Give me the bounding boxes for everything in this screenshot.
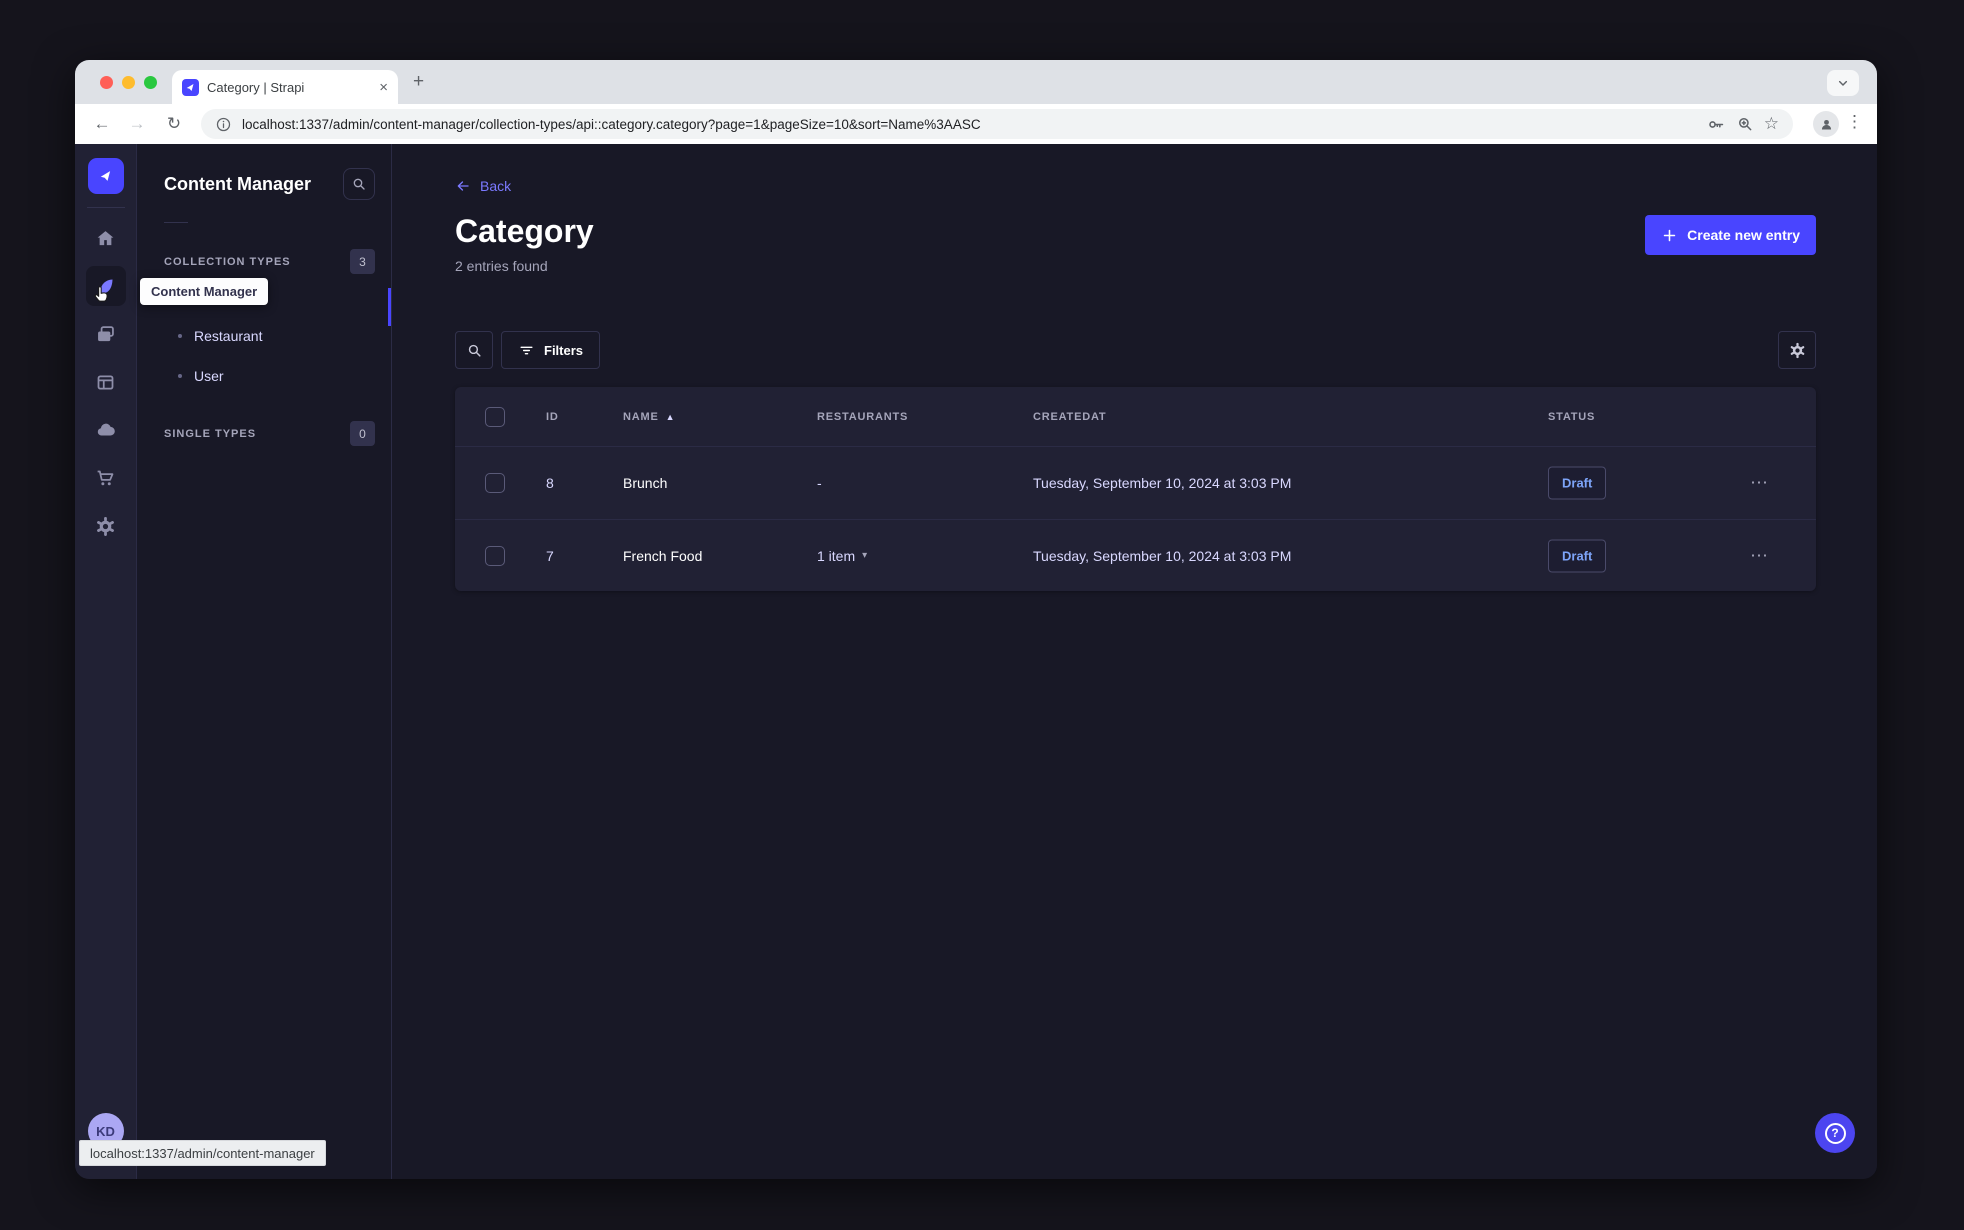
close-window-button[interactable] xyxy=(100,76,113,89)
cell-name: French Food xyxy=(623,547,703,564)
sidebar-item-marketplace[interactable] xyxy=(86,458,126,498)
entries-count: 2 entries found xyxy=(455,258,548,274)
cell-createdat: Tuesday, September 10, 2024 at 3:03 PM xyxy=(1033,475,1292,491)
row-actions-menu-icon[interactable]: ⋯ xyxy=(1750,545,1769,566)
window-controls xyxy=(100,76,157,89)
sidebar-item-content-type-builder[interactable] xyxy=(86,362,126,402)
column-header-status[interactable]: STATUS xyxy=(1548,411,1595,423)
strapi-favicon-icon xyxy=(182,78,199,96)
browser-window: Category | Strapi × + ← → ↻ localhost:13… xyxy=(75,60,1877,1179)
site-info-icon[interactable] xyxy=(215,116,232,133)
browser-reload-button[interactable]: ↻ xyxy=(163,113,185,135)
new-tab-button[interactable]: + xyxy=(413,72,424,91)
subnav-scrollbar-thumb[interactable] xyxy=(388,288,391,326)
subnav-search-button[interactable] xyxy=(343,168,375,200)
cell-id: 7 xyxy=(546,547,554,564)
column-header-name[interactable]: NAME ▲ xyxy=(623,411,675,423)
column-header-restaurants[interactable]: RESTAURANTS xyxy=(817,411,908,423)
maximize-window-button[interactable] xyxy=(144,76,157,89)
filters-button[interactable]: Filters xyxy=(501,331,601,369)
sidebar-item-cloud[interactable] xyxy=(86,410,126,450)
link-status-bar: localhost:1337/admin/content-manager xyxy=(79,1140,326,1166)
cell-restaurants: - xyxy=(817,475,822,491)
browser-back-button[interactable]: ← xyxy=(91,113,113,135)
browser-tab-strip: Category | Strapi × + xyxy=(75,60,1877,104)
sidebar-item-settings[interactable] xyxy=(86,506,126,546)
table-row[interactable]: 8 Brunch - Tuesday, September 10, 2024 a… xyxy=(455,447,1816,519)
column-header-id[interactable]: ID xyxy=(546,411,559,423)
status-badge: Draft xyxy=(1548,466,1607,500)
main-content: Back Category 2 entries found Create new… xyxy=(392,144,1877,1179)
plus-icon xyxy=(1661,227,1678,244)
sort-asc-icon: ▲ xyxy=(665,411,676,422)
strapi-app: KD Content Manager COLLECTION TYPES 3 Ca… xyxy=(75,144,1877,1179)
subnav-title: Content Manager xyxy=(164,173,312,194)
collection-types-count-badge: 3 xyxy=(350,249,375,274)
strapi-logo[interactable] xyxy=(87,158,124,194)
collection-types-label: COLLECTION TYPES xyxy=(164,255,291,268)
table-row[interactable]: 7 French Food 1 item ▾ Tuesday, Septembe… xyxy=(455,519,1816,591)
row-checkbox[interactable] xyxy=(485,473,505,493)
url-text[interactable]: localhost:1337/admin/content-manager/col… xyxy=(242,117,1697,132)
tab-title: Category | Strapi xyxy=(207,79,305,95)
tab-list-chevron-icon[interactable] xyxy=(1827,70,1859,96)
help-button[interactable]: ? xyxy=(1815,1113,1855,1153)
password-key-icon[interactable] xyxy=(1707,115,1726,134)
cell-id: 8 xyxy=(546,475,554,491)
tab-close-icon[interactable]: × xyxy=(379,80,388,95)
back-link[interactable]: Back xyxy=(455,178,511,194)
hand-cursor-icon xyxy=(91,285,111,305)
browser-tab[interactable]: Category | Strapi × xyxy=(172,70,398,104)
row-checkbox[interactable] xyxy=(485,545,505,566)
question-mark-icon: ? xyxy=(1824,1122,1846,1144)
cell-restaurants[interactable]: 1 item ▾ xyxy=(817,548,867,564)
select-all-checkbox[interactable] xyxy=(485,406,505,427)
subnav-divider xyxy=(164,222,188,223)
bullet-icon xyxy=(178,334,182,338)
sidebar-item-media-library[interactable] xyxy=(86,314,126,354)
browser-toolbar: ← → ↻ localhost:1337/admin/content-manag… xyxy=(75,104,1877,144)
status-badge: Draft xyxy=(1548,539,1607,572)
bookmark-star-icon[interactable]: ☆ xyxy=(1764,114,1779,134)
single-types-label: SINGLE TYPES xyxy=(164,427,257,440)
page-title: Category xyxy=(455,213,594,249)
cell-createdat: Tuesday, September 10, 2024 at 3:03 PM xyxy=(1033,547,1292,564)
subnav-item-restaurant[interactable]: Restaurant xyxy=(164,316,375,356)
single-types-count-badge: 0 xyxy=(350,421,375,446)
zoom-page-icon[interactable] xyxy=(1736,115,1754,133)
entries-table: ID NAME ▲ RESTAURANTS CREATEDAT STATUS 8… xyxy=(455,387,1816,591)
subnav-item-user[interactable]: User xyxy=(164,356,375,396)
create-new-entry-button[interactable]: Create new entry xyxy=(1645,215,1816,255)
chevron-down-icon: ▾ xyxy=(862,550,868,561)
table-settings-button[interactable] xyxy=(1778,331,1816,369)
filter-icon xyxy=(518,342,535,359)
address-bar[interactable]: localhost:1337/admin/content-manager/col… xyxy=(201,109,1793,139)
browser-forward-button[interactable]: → xyxy=(126,113,148,135)
sidebar-item-home[interactable] xyxy=(86,218,126,258)
table-search-button[interactable] xyxy=(455,331,493,369)
arrow-left-icon xyxy=(455,178,471,194)
content-manager-tooltip: Content Manager xyxy=(140,278,269,305)
minimize-window-button[interactable] xyxy=(122,76,135,89)
bullet-icon xyxy=(178,374,182,378)
row-actions-menu-icon[interactable]: ⋯ xyxy=(1750,473,1769,494)
column-header-createdat[interactable]: CREATEDAT xyxy=(1033,411,1106,423)
cell-name: Brunch xyxy=(623,475,668,491)
browser-menu-icon[interactable]: ⋮ xyxy=(1846,112,1863,132)
rail-divider xyxy=(86,207,125,208)
table-header-row: ID NAME ▲ RESTAURANTS CREATEDAT STATUS xyxy=(455,387,1816,447)
browser-profile-avatar[interactable] xyxy=(1813,111,1839,137)
